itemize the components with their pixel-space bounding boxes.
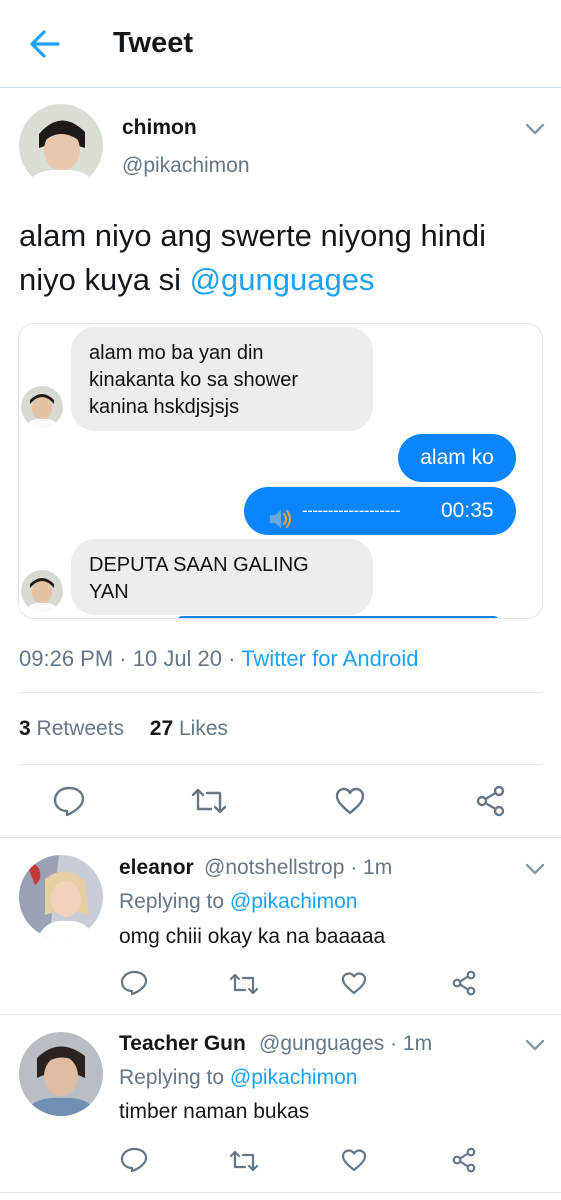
tweet-media-image[interactable]: alam mo ba yan din kinakanta ko sa showe…	[18, 323, 543, 619]
replying-to-mention[interactable]: @pikachimon	[230, 1066, 358, 1089]
reply-icon[interactable]	[120, 970, 148, 996]
tweet-timestamp: 09:26 PM · 10 Jul 20 · Twitter for Andro…	[19, 646, 419, 671]
chat-message-partial	[177, 616, 499, 618]
like-heart-icon[interactable]	[341, 1148, 367, 1172]
chat-message-sent: alam ko	[398, 434, 516, 482]
divider	[0, 837, 561, 838]
tweet-text: alam niyo ang swerte niyong hindi niyo k…	[19, 214, 549, 302]
reply-text: timber naman bukas	[119, 1100, 310, 1123]
tweet-stats: 3 Retweets 27 Likes	[19, 717, 228, 741]
chat-text-line: kinakanta ko sa shower	[89, 369, 299, 391]
divider	[19, 692, 542, 693]
voice-duration: 00:35	[441, 499, 494, 522]
replying-to: Replying to @pikachimon	[119, 890, 357, 914]
retweet-icon[interactable]	[229, 1148, 259, 1174]
replying-to-mention[interactable]: @pikachimon	[230, 890, 358, 913]
back-arrow-icon[interactable]	[26, 28, 62, 60]
voice-message: ------------------- 00:35	[244, 487, 516, 535]
top-bar: Tweet	[0, 0, 561, 88]
reply-author-handle[interactable]: @notshellstrop · 1m	[204, 856, 392, 880]
share-icon[interactable]	[451, 970, 477, 996]
replying-to-label: Replying to	[119, 1066, 230, 1089]
chat-message-received: alam mo ba yan din kinakanta ko sa showe…	[71, 327, 373, 431]
retweets-stat[interactable]: 3 Retweets	[19, 717, 124, 740]
like-heart-icon[interactable]	[334, 786, 366, 816]
divider	[0, 1192, 561, 1193]
reply-icon[interactable]	[120, 1147, 148, 1173]
page-title: Tweet	[113, 27, 194, 59]
chat-avatar	[21, 570, 63, 612]
reply-avatar[interactable]	[19, 855, 103, 939]
reply-author-handle[interactable]: @gunguages · 1m	[259, 1032, 432, 1056]
mention-link[interactable]: @gunguages	[190, 262, 375, 297]
author-handle[interactable]: @pikachimon	[122, 154, 250, 178]
chevron-down-icon[interactable]	[524, 1038, 546, 1052]
retweet-icon[interactable]	[229, 971, 259, 997]
chat-text-line: alam mo ba yan din	[89, 342, 264, 364]
tweet-source-link[interactable]: Twitter for Android	[241, 646, 418, 671]
divider	[19, 764, 542, 765]
chevron-down-icon[interactable]	[524, 122, 546, 136]
replying-to-label: Replying to	[119, 890, 230, 913]
retweets-count: 3	[19, 717, 31, 740]
author-name[interactable]: chimon	[122, 116, 197, 140]
likes-stat[interactable]: 27 Likes	[150, 717, 228, 740]
replying-to: Replying to @pikachimon	[119, 1066, 357, 1090]
reply-avatar[interactable]	[19, 1032, 103, 1116]
retweet-icon[interactable]	[190, 785, 228, 817]
tweet-date: 10 Jul 20	[132, 646, 223, 671]
divider	[0, 1014, 561, 1015]
chat-text-line: YAN	[89, 581, 129, 603]
share-icon[interactable]	[451, 1147, 477, 1173]
like-heart-icon[interactable]	[341, 971, 367, 995]
chevron-down-icon[interactable]	[524, 862, 546, 876]
likes-label: Likes	[178, 717, 228, 740]
likes-count: 27	[149, 717, 174, 740]
chat-avatar	[21, 386, 63, 428]
chat-text-line: kanina hskdjsjsjs	[89, 396, 240, 418]
reply-author-name[interactable]: eleanor	[119, 856, 194, 880]
chat-text-line: DEPUTA SAAN GALING	[89, 554, 309, 576]
tweet-time: 09:26 PM	[19, 646, 114, 671]
share-icon[interactable]	[475, 785, 507, 817]
voice-waveform: -------------------	[302, 501, 401, 520]
reply-author-name[interactable]: Teacher Gun	[119, 1032, 246, 1056]
author-avatar[interactable]	[19, 104, 103, 188]
speaker-icon	[268, 500, 294, 529]
reply-icon[interactable]	[52, 785, 86, 817]
chat-message-received: DEPUTA SAAN GALING YAN	[71, 539, 373, 615]
reply-text: omg chiii okay ka na baaaaa	[119, 925, 386, 948]
retweets-label: Retweets	[36, 717, 125, 740]
